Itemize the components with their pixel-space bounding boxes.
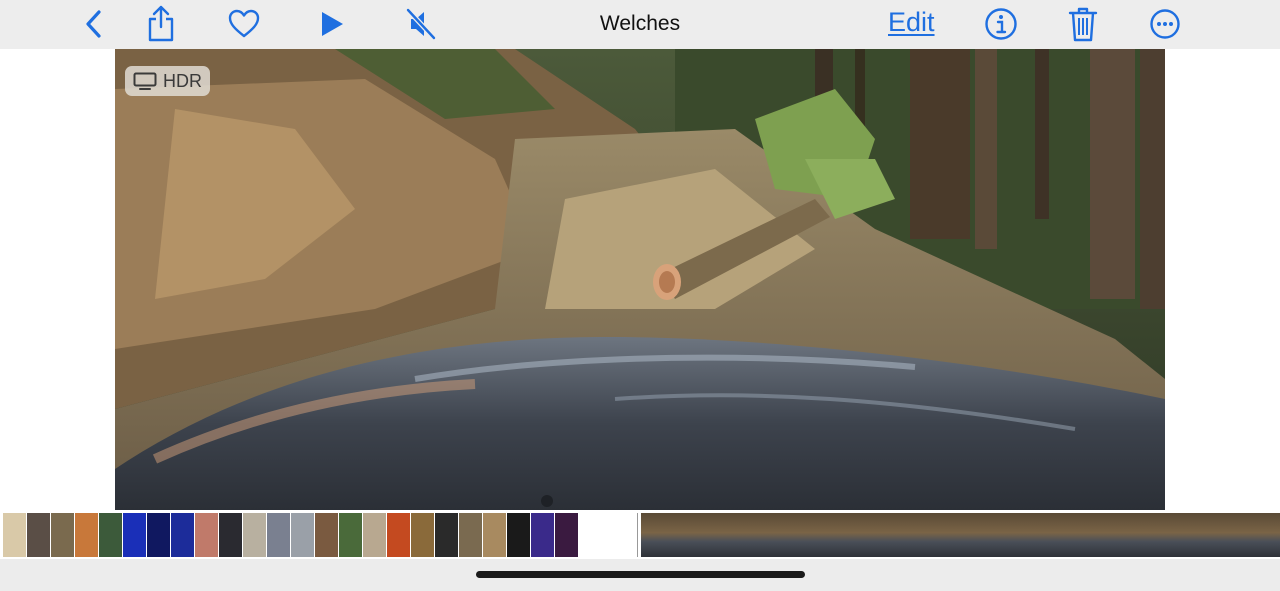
filmstrip-thumbnail[interactable] (555, 513, 578, 557)
display-icon (133, 72, 157, 90)
filmstrip-thumbnail[interactable] (243, 513, 266, 557)
favorite-button[interactable] (226, 4, 262, 44)
album-title: Welches (599, 12, 681, 35)
filmstrip-thumbnail[interactable] (75, 513, 98, 557)
video-frame (641, 513, 721, 557)
video-frame (880, 513, 961, 557)
info-button[interactable] (984, 4, 1018, 44)
filmstrip-thumbnail[interactable] (291, 513, 314, 557)
more-button[interactable] (1148, 4, 1182, 44)
filmstrip-thumbnail[interactable] (27, 513, 50, 557)
filmstrip-thumbnail[interactable] (51, 513, 74, 557)
edit-button[interactable]: Edit (888, 7, 935, 38)
filmstrip-thumbnail[interactable] (195, 513, 218, 557)
filmstrip[interactable] (0, 511, 1280, 559)
filmstrip-thumbnail[interactable] (147, 513, 170, 557)
mute-button[interactable] (404, 4, 438, 44)
trash-icon (1068, 7, 1098, 42)
video-frame (720, 513, 801, 557)
filmstrip-thumbnail[interactable] (531, 513, 554, 557)
filmstrip-thumbnail[interactable] (339, 513, 362, 557)
media-viewer[interactable]: HDR (115, 49, 1165, 510)
video-frame-strip[interactable] (641, 513, 1280, 557)
speaker-muted-icon (406, 8, 436, 40)
filmstrip-thumbnail[interactable] (483, 513, 506, 557)
video-frame (1200, 513, 1280, 557)
filmstrip-thumbnail[interactable] (3, 513, 26, 557)
chevron-left-icon (86, 10, 101, 38)
home-indicator[interactable] (476, 571, 805, 578)
video-frame (1120, 513, 1201, 557)
forest-road-photo (115, 49, 1165, 510)
delete-button[interactable] (1066, 4, 1100, 44)
video-frame (1040, 513, 1121, 557)
filmstrip-thumbnail[interactable] (219, 513, 242, 557)
back-button[interactable] (80, 4, 108, 44)
filmstrip-thumbnail[interactable] (171, 513, 194, 557)
share-button[interactable] (144, 4, 178, 44)
play-button[interactable] (316, 4, 348, 44)
filmstrip-thumbnail[interactable] (387, 513, 410, 557)
hdr-badge: HDR (125, 66, 210, 96)
filmstrip-thumbnail[interactable] (99, 513, 122, 557)
play-icon (322, 12, 343, 36)
filmstrip-thumbnail[interactable] (315, 513, 338, 557)
filmstrip-thumbnail[interactable] (363, 513, 386, 557)
hdr-label: HDR (163, 70, 202, 91)
share-icon (148, 5, 174, 42)
filmstrip-thumbnail[interactable] (267, 513, 290, 557)
filmstrip-thumbnail[interactable] (123, 513, 146, 557)
thumbnail-strip[interactable] (3, 513, 578, 557)
filmstrip-thumbnail[interactable] (411, 513, 434, 557)
heart-icon (228, 9, 260, 38)
video-frame (800, 513, 881, 557)
top-toolbar: Welches Edit (0, 0, 1280, 49)
more-icon (1150, 9, 1180, 39)
filmstrip-thumbnail[interactable] (507, 513, 530, 557)
info-icon (985, 8, 1017, 40)
filmstrip-thumbnail[interactable] (435, 513, 458, 557)
filmstrip-thumbnail[interactable] (459, 513, 482, 557)
video-frame (960, 513, 1041, 557)
